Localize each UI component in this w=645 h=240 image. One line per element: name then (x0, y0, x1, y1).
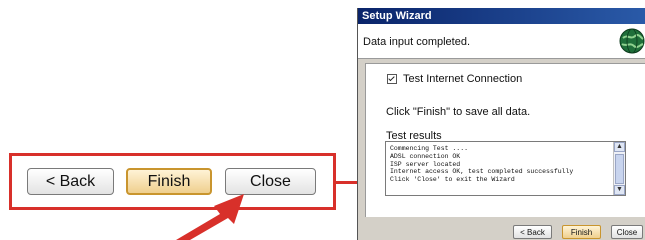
save-instruction: Click "Finish" to save all data. (386, 106, 531, 118)
arrow-icon (176, 194, 244, 240)
results-line: ADSL connection OK (390, 152, 461, 160)
finish-button[interactable]: Finish (562, 225, 601, 239)
test-results-textbox[interactable]: Commencing Test .... ADSL connection OK IS… (385, 141, 626, 196)
scroll-up-icon[interactable]: ▲ (614, 142, 625, 152)
scroll-down-icon[interactable]: ▼ (614, 185, 625, 195)
globe-icon (619, 28, 645, 54)
back-button[interactable]: < Back (513, 225, 552, 239)
results-line: Commencing Test .... (390, 145, 469, 152)
back-button-zoomed[interactable]: < Back (27, 168, 114, 195)
wizard-button-row: < Back Finish Close (358, 222, 645, 240)
results-line: Internet access OK, test completed succe… (390, 168, 574, 176)
test-connection-label: Test Internet Connection (403, 73, 523, 85)
wizard-title-bar[interactable]: Setup Wizard (358, 8, 645, 24)
scroll-thumb[interactable] (615, 154, 624, 184)
wizard-header: Data input completed. (358, 24, 645, 59)
close-button[interactable]: Close (611, 225, 643, 239)
results-line: ISP server located (390, 160, 461, 168)
test-results-text: Commencing Test .... ADSL connection OK IS… (390, 145, 573, 184)
setup-wizard-window: Setup Wizard Data input completed. Test … (357, 8, 645, 240)
header-status-text: Data input completed. (363, 36, 471, 48)
test-connection-option[interactable]: Test Internet Connection (387, 73, 522, 85)
results-scrollbar[interactable]: ▲ ▼ (613, 142, 625, 195)
test-connection-checkbox[interactable] (387, 74, 397, 84)
wizard-content-panel: Test Internet Connection Click "Finish" … (365, 63, 645, 217)
wizard-title: Setup Wizard (362, 10, 432, 22)
results-line: Click 'Close' to exit the Wizard (390, 176, 515, 184)
